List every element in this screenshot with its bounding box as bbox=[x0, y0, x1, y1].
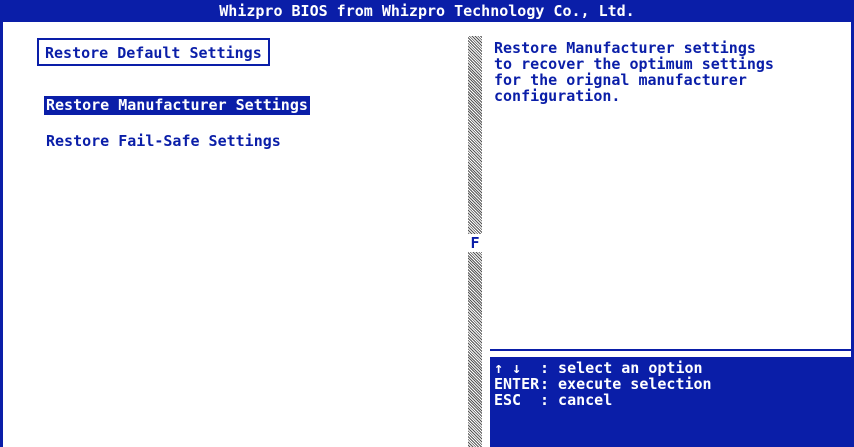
menu-item-restore-fail-safe[interactable]: Restore Fail-Safe Settings bbox=[44, 132, 283, 151]
key-help-line-enter: ENTER: execute selection bbox=[494, 376, 712, 392]
section-title: Restore Default Settings bbox=[37, 38, 270, 66]
esc-key-label: ESC bbox=[494, 391, 522, 409]
key-help-panel: ↑ ↓: select an option ENTER: execute sel… bbox=[490, 357, 851, 447]
enter-key-label: ENTER bbox=[494, 375, 540, 393]
left-border bbox=[0, 22, 3, 447]
help-separator-line bbox=[490, 349, 851, 351]
key-help-line-esc: ESC : cancel bbox=[494, 392, 612, 408]
arrow-keys-label: ↑ ↓ bbox=[494, 359, 522, 377]
bios-title-bar: Whizpro BIOS from Whizpro Technology Co.… bbox=[0, 0, 854, 22]
menu-item-restore-manufacturer[interactable]: Restore Manufacturer Settings bbox=[44, 96, 310, 115]
help-description: Restore Manufacturer settings to recover… bbox=[494, 39, 774, 105]
key-help-line-select: ↑ ↓: select an option bbox=[494, 360, 703, 376]
divider-marker: F bbox=[468, 234, 482, 252]
key-desc-esc: : cancel bbox=[540, 391, 613, 409]
